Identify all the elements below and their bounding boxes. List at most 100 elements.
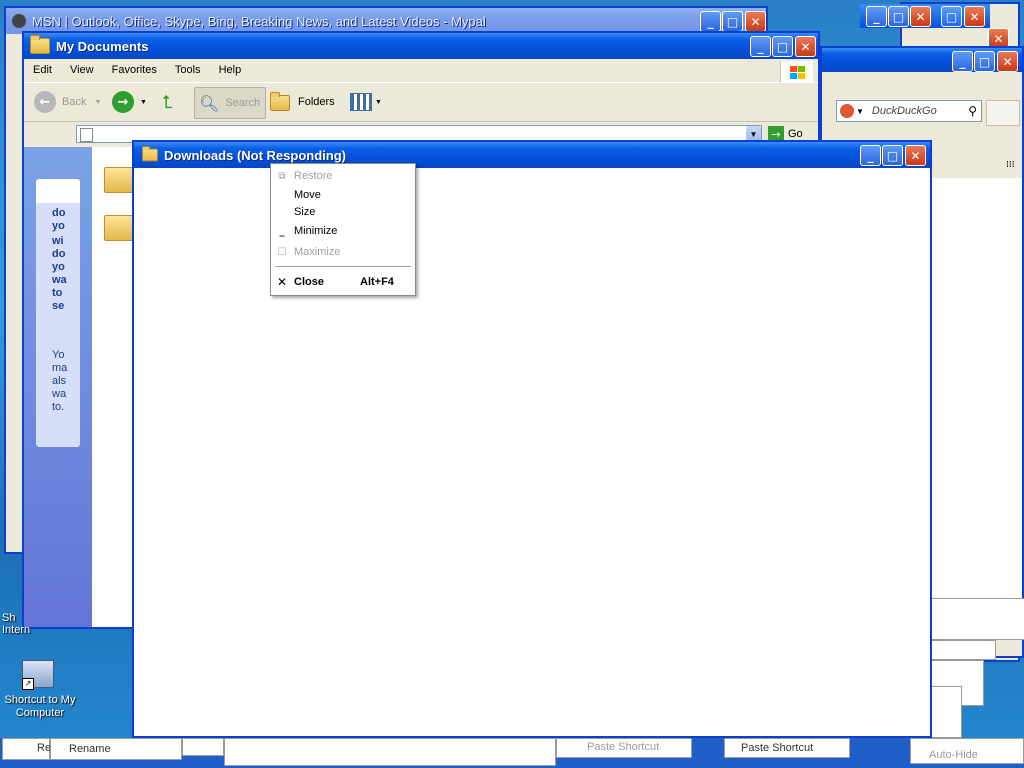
duckduckgo-icon bbox=[840, 104, 854, 118]
address-doc-icon bbox=[80, 128, 93, 142]
paste-shortcut-label: Paste Shortcut bbox=[741, 742, 814, 754]
menu-edit[interactable]: Edit bbox=[24, 64, 61, 76]
my-documents-title: My Documents bbox=[56, 38, 149, 54]
ghost-close-button-2[interactable]: ✕ bbox=[964, 6, 985, 27]
menu-favorites[interactable]: Favorites bbox=[103, 64, 166, 76]
ghost-block-1 bbox=[182, 738, 224, 756]
back-label: Back bbox=[62, 96, 87, 108]
ghost-rect-1 bbox=[930, 598, 1024, 640]
downloads-minimize-button[interactable]: _ bbox=[860, 145, 881, 166]
search-box[interactable]: ▼ DuckDuckGo ⚲ bbox=[836, 100, 982, 122]
forward-button[interactable]: → ▼ bbox=[112, 87, 147, 117]
my-documents-minimize-button[interactable]: _ bbox=[750, 36, 771, 57]
desktop-icon-ie-label: Sh Intern bbox=[2, 612, 31, 636]
windows-logo-icon bbox=[780, 61, 813, 83]
task-pane-text-3: Yo ma als wa to. bbox=[52, 349, 68, 413]
back-arrow-icon: ← bbox=[34, 91, 56, 113]
minimize-icon: _ bbox=[279, 225, 285, 237]
shortcut-arrow-icon: ↗ bbox=[22, 678, 34, 690]
menu-separator bbox=[275, 266, 411, 267]
browser-right-close[interactable]: ✕ bbox=[997, 51, 1018, 72]
ghost-block-2 bbox=[224, 738, 556, 766]
close-icon: ✕ bbox=[276, 275, 288, 289]
mypal-icon bbox=[12, 14, 26, 28]
menu-item-minimize-label: Minimize bbox=[294, 225, 338, 237]
menu-item-size[interactable]: Size bbox=[271, 203, 415, 221]
browser-close-button[interactable]: ✕ bbox=[745, 11, 766, 32]
folder-item-2[interactable] bbox=[104, 209, 136, 241]
up-folder-icon: ⮤ bbox=[162, 91, 173, 113]
back-button[interactable]: ← Back ▼ bbox=[34, 87, 101, 117]
task-pane-card: do yo wi do yo wa to se Yo ma als wa to. bbox=[36, 179, 80, 447]
menu-item-close-label: Close bbox=[294, 276, 324, 288]
downloads-title: Downloads (Not Responding) bbox=[164, 147, 346, 163]
back-dropdown-icon: ▼ bbox=[94, 98, 102, 106]
search-input[interactable]: DuckDuckGo bbox=[872, 105, 937, 117]
menu-item-move-label: Move bbox=[294, 189, 321, 201]
menu-view[interactable]: View bbox=[61, 64, 103, 76]
menu-item-minimize[interactable]: _ Minimize bbox=[271, 222, 415, 240]
ghost-context-item-paste-shortcut[interactable]: Paste Shortcut bbox=[724, 738, 850, 758]
menu-item-close-accelerator: Alt+F4 bbox=[360, 276, 394, 288]
search-button[interactable]: 🔍︎ Search bbox=[194, 87, 266, 119]
ghost-close-button[interactable]: ✕ bbox=[910, 6, 931, 27]
browser-maximize-button[interactable]: □ bbox=[722, 11, 743, 32]
menu-item-restore[interactable]: ⧉ Restore bbox=[271, 167, 415, 185]
ghost-maximize-button-2[interactable]: □ bbox=[941, 6, 962, 27]
rename-label: Rename bbox=[69, 743, 111, 755]
search-icon[interactable]: ⚲ bbox=[968, 104, 977, 118]
ghost-context-item-paste-shortcut-faded[interactable]: Paste Shortcut bbox=[556, 738, 692, 758]
ghost-context-item-re[interactable]: Re bbox=[2, 738, 51, 760]
folder-icon bbox=[30, 35, 50, 54]
browser-right-minimize[interactable]: _ bbox=[952, 51, 973, 72]
views-button[interactable]: ▼ bbox=[350, 87, 382, 117]
folders-icon bbox=[270, 92, 290, 111]
folder-icon bbox=[142, 146, 158, 162]
up-folder-button[interactable]: ⮤ bbox=[162, 87, 173, 117]
forward-arrow-icon: → bbox=[112, 91, 134, 113]
desktop-icon-my-computer[interactable]: ↗ Shortcut to My Computer bbox=[0, 660, 80, 720]
folder-item-1[interactable] bbox=[104, 161, 136, 193]
browser-minimize-button[interactable]: _ bbox=[700, 11, 721, 32]
menu-item-close[interactable]: ✕ Close Alt+F4 bbox=[271, 273, 415, 291]
auto-hide-label: Auto-Hide bbox=[929, 749, 978, 761]
paste-shortcut-faded-label: Paste Shortcut bbox=[587, 741, 660, 753]
folders-label: Folders bbox=[298, 96, 335, 108]
ghost-rect-2 bbox=[930, 640, 996, 660]
ghost-context-item-rename[interactable]: Rename bbox=[50, 738, 182, 760]
menu-item-move[interactable]: Move bbox=[271, 186, 415, 204]
desktop-icon-ie[interactable]: Sh Intern bbox=[2, 612, 48, 642]
task-pane-text-2: wi do yo wa to se bbox=[52, 235, 67, 312]
browser-right-maximize[interactable]: □ bbox=[974, 51, 995, 72]
browser-right-toolbar-button[interactable] bbox=[986, 100, 1020, 126]
grip-icon: ⁞⁞⁞ bbox=[1006, 160, 1015, 170]
restore-icon: ⧉ bbox=[278, 170, 286, 182]
menu-item-restore-label: Restore bbox=[294, 170, 333, 182]
forward-dropdown-icon: ▼ bbox=[140, 98, 147, 106]
my-documents-maximize-button[interactable]: □ bbox=[772, 36, 793, 57]
task-pane-header bbox=[36, 179, 80, 203]
ghost-context-item-auto-hide[interactable]: Auto-Hide bbox=[910, 738, 1024, 764]
my-documents-titlebar[interactable]: My Documents bbox=[24, 33, 818, 59]
menu-tools[interactable]: Tools bbox=[166, 64, 210, 76]
downloads-titlebar[interactable]: Downloads (Not Responding) bbox=[134, 142, 930, 168]
search-label: Search bbox=[225, 97, 261, 109]
downloads-close-button[interactable]: ✕ bbox=[905, 145, 926, 166]
menu-help[interactable]: Help bbox=[210, 64, 251, 76]
views-icon bbox=[350, 93, 372, 111]
ghost-minimize-button[interactable]: _ bbox=[866, 6, 887, 27]
desktop-icon-my-computer-label: Shortcut to My Computer bbox=[4, 694, 76, 719]
go-label: Go bbox=[788, 128, 803, 140]
task-pane-text-1: do yo bbox=[52, 207, 66, 232]
downloads-window: Downloads (Not Responding) _ □ ✕ bbox=[132, 140, 932, 738]
maximize-icon: ☐ bbox=[277, 246, 287, 258]
menu-item-maximize[interactable]: ☐ Maximize bbox=[271, 243, 415, 261]
ghost-maximize-button[interactable]: □ bbox=[888, 6, 909, 27]
magnifier-icon: 🔍︎ bbox=[199, 93, 220, 113]
my-documents-close-button[interactable]: ✕ bbox=[795, 36, 816, 57]
folders-button[interactable]: Folders bbox=[270, 87, 335, 117]
menu-item-size-label: Size bbox=[294, 206, 316, 218]
downloads-maximize-button[interactable]: □ bbox=[882, 145, 903, 166]
search-dropdown-icon: ▼ bbox=[856, 106, 864, 116]
task-pane: do yo wi do yo wa to se Yo ma als wa to. bbox=[24, 147, 92, 627]
